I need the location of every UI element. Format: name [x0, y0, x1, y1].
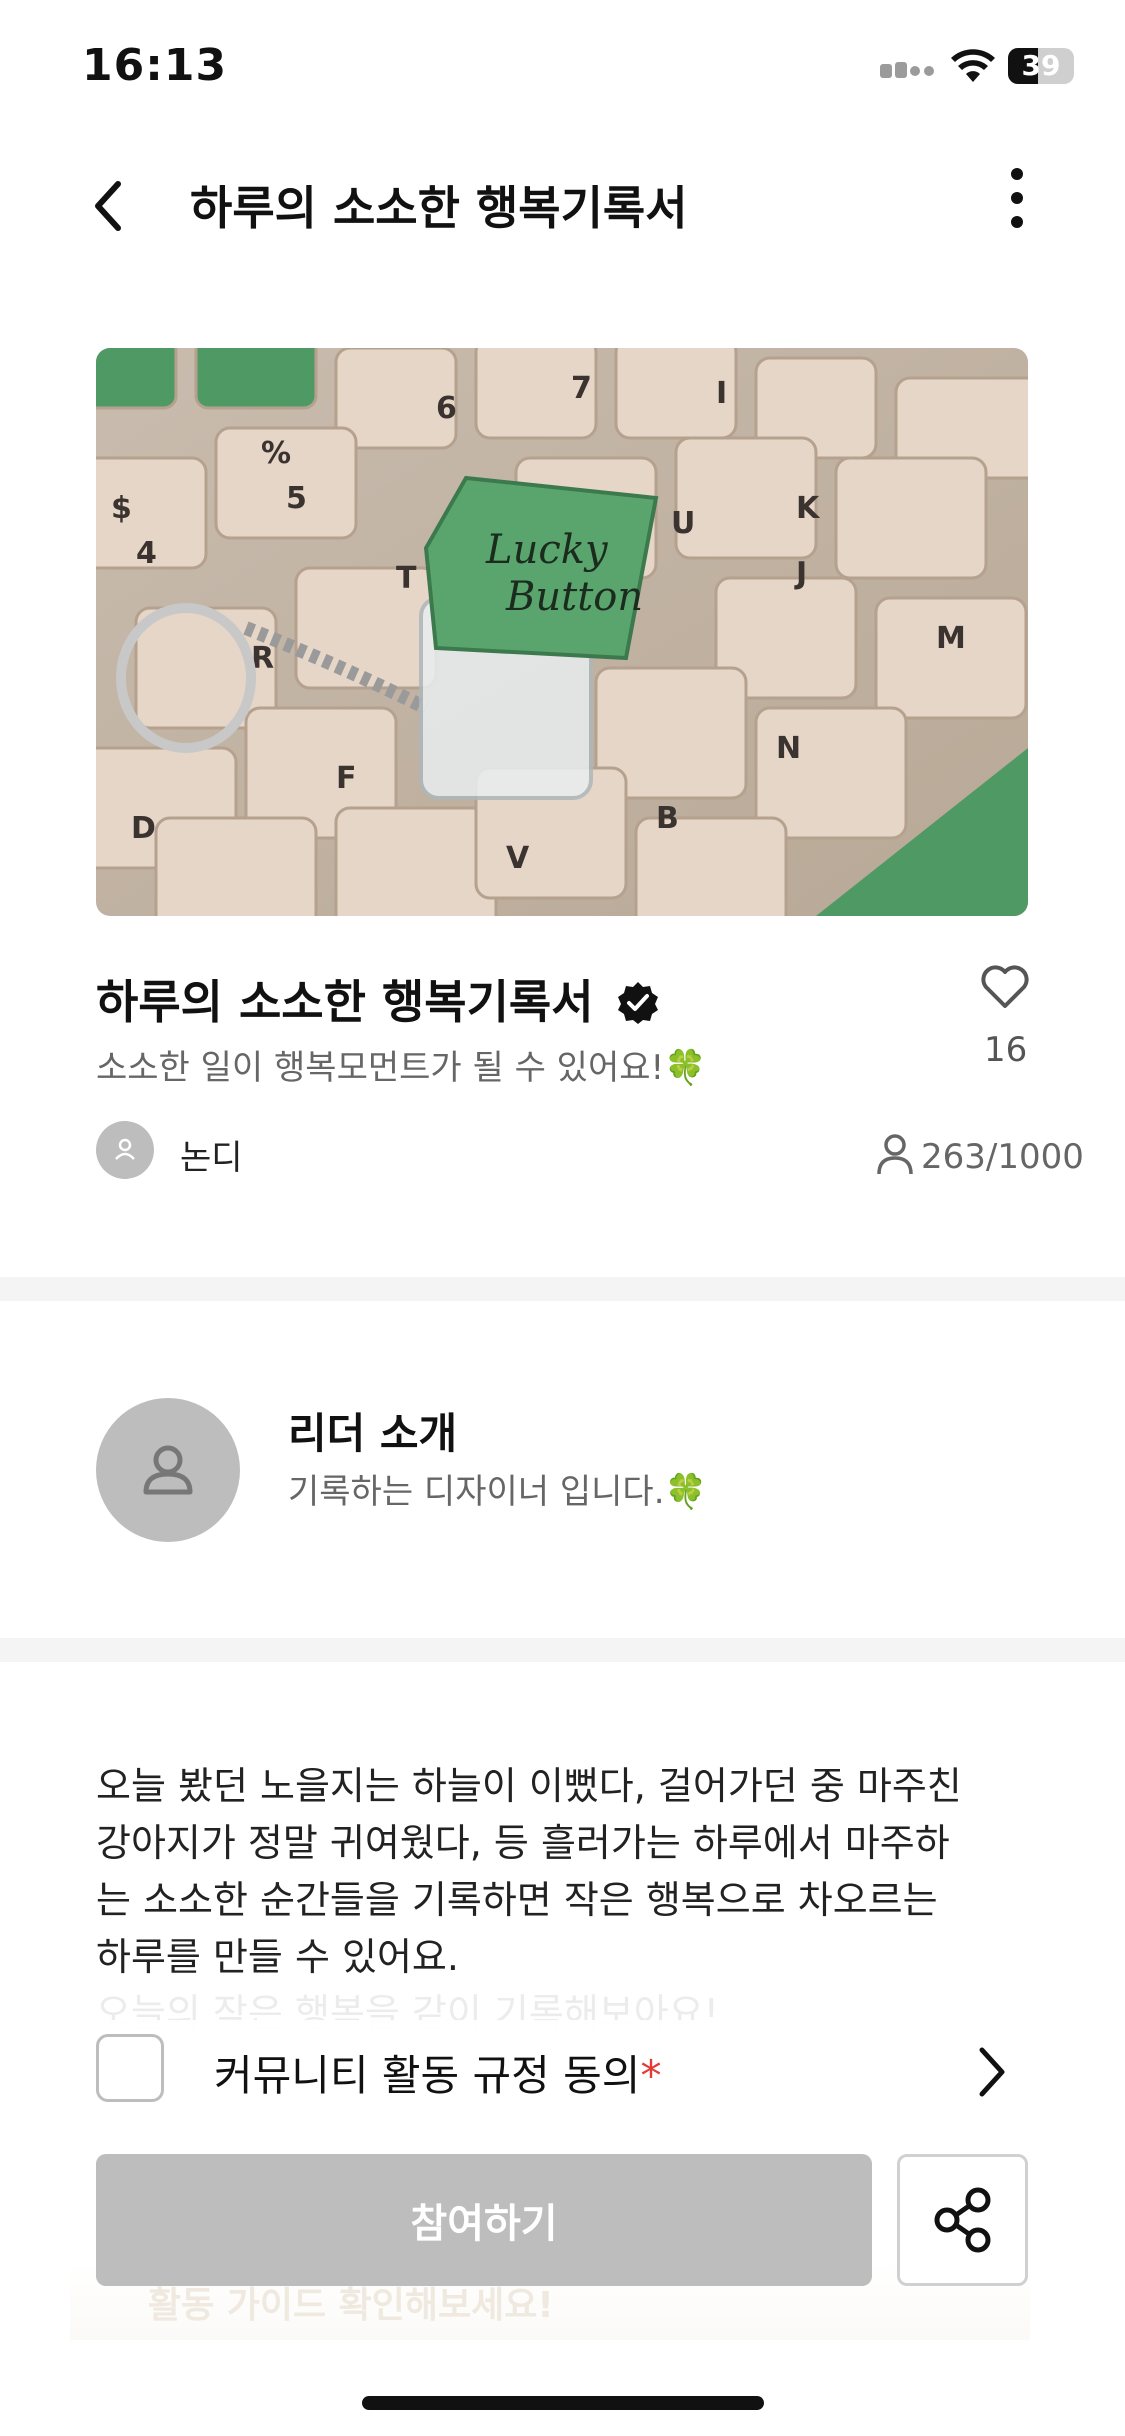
join-button[interactable]: 참여하기: [96, 2154, 872, 2286]
svg-text:J: J: [794, 556, 807, 591]
svg-text:V: V: [506, 841, 530, 876]
body-line: 강아지가 정말 귀여웠다, 등 흘러가는 하루에서 마주하: [96, 1821, 950, 1865]
svg-text:5: 5: [286, 481, 307, 516]
svg-text:D: D: [131, 811, 156, 846]
leader-intro-heading: 리더 소개: [288, 1409, 458, 1458]
share-button[interactable]: [897, 2154, 1028, 2286]
svg-text:B: B: [656, 801, 679, 836]
leader-avatar-small[interactable]: [96, 1121, 154, 1179]
svg-text:Button: Button: [505, 574, 643, 620]
svg-text:K: K: [796, 491, 821, 526]
keyboard-photo: 7I6 %5$4 UYK TJM RFN DBV Lucky Button: [96, 348, 1028, 916]
required-mark: *: [640, 2051, 662, 2100]
agreement-text: 커뮤니티 활동 규정 동의: [214, 2051, 641, 2100]
wifi-icon: [951, 49, 995, 82]
leader-avatar[interactable]: [96, 1398, 240, 1542]
club-cover-image: 7I6 %5$4 UYK TJM RFN DBV Lucky Button: [96, 348, 1028, 916]
svg-text:U: U: [671, 506, 695, 541]
section-divider: [0, 1638, 1125, 1662]
club-body-text: 오늘 봤던 노을지는 하늘이 이뻤다, 걸어가던 중 마주친 강아지가 정말 귀…: [96, 1758, 1041, 1986]
heart-icon[interactable]: [980, 964, 1030, 1010]
svg-text:M: M: [936, 621, 966, 656]
member-count-text: 263/1000: [921, 1137, 1084, 1177]
club-description: 소소한 일이 행복모먼트가 될 수 있어요!🍀: [96, 1040, 707, 1089]
svg-text:F: F: [336, 761, 357, 796]
body-line: 오늘 봤던 노을지는 하늘이 이뻤다, 걸어가던 중 마주친: [96, 1764, 962, 1808]
svg-text:6: 6: [436, 391, 457, 426]
back-chevron-icon[interactable]: [88, 178, 128, 234]
person-icon: [115, 1138, 135, 1160]
status-time: 16:13: [82, 40, 228, 91]
leader-intro-body: 기록하는 디자이너 입니다.: [288, 1472, 665, 1512]
club-title-text: 하루의 소소한 행복기록서: [96, 975, 594, 1029]
leader-intro-text: 기록하는 디자이너 입니다.🍀: [288, 1464, 707, 1513]
agreement-label[interactable]: 커뮤니티 활동 규정 동의*: [214, 2042, 661, 2103]
svg-text:I: I: [716, 376, 727, 411]
clover-emoji: 🍀: [664, 1472, 707, 1512]
svg-text:7: 7: [571, 371, 592, 406]
battery-percent: 39: [1021, 49, 1061, 82]
body-line: 하루를 만들 수 있어요.: [96, 1935, 459, 1979]
section-divider: [0, 1277, 1125, 1301]
svg-text:$: $: [111, 491, 132, 526]
svg-text:%: %: [261, 436, 291, 471]
battery-icon: 39: [1008, 48, 1074, 84]
leader-name[interactable]: 논디: [180, 1130, 243, 1179]
chevron-right-icon[interactable]: [976, 2046, 1006, 2098]
svg-text:T: T: [396, 561, 417, 596]
svg-text:N: N: [776, 731, 801, 766]
home-indicator: [362, 2396, 764, 2410]
club-title: 하루의 소소한 행복기록서: [96, 966, 660, 1032]
body-line: 는 소소한 순간들을 기록하면 작은 행복으로 차오르는: [96, 1878, 938, 1922]
person-icon: [143, 1445, 193, 1495]
clover-emoji: 🍀: [664, 1048, 707, 1088]
nav-title: 하루의 소소한 행복기록서: [190, 181, 688, 235]
svg-text:Lucky: Lucky: [485, 527, 609, 573]
member-icon: [877, 1134, 913, 1175]
agreement-checkbox[interactable]: [96, 2034, 164, 2102]
share-icon: [934, 2187, 991, 2253]
more-vertical-icon[interactable]: [1002, 166, 1032, 230]
verified-badge-icon: [617, 982, 658, 1024]
member-count: 263/1000: [875, 1132, 1084, 1177]
club-description-text: 소소한 일이 행복모먼트가 될 수 있어요!: [96, 1048, 665, 1088]
svg-text:4: 4: [136, 536, 157, 571]
like-count: 16: [984, 1030, 1028, 1070]
